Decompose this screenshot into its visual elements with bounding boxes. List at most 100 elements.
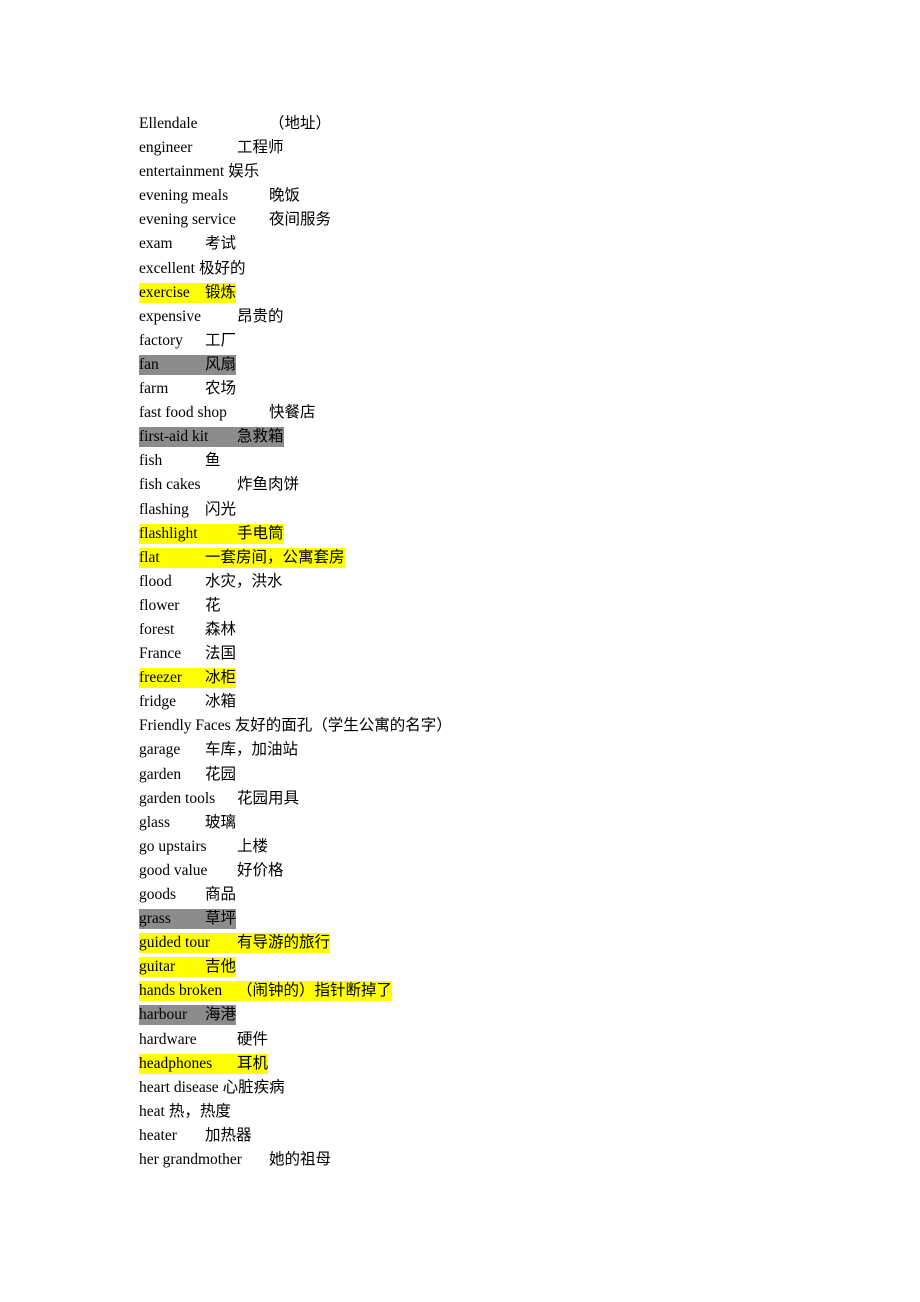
vocab-row: engineer 工程师 bbox=[139, 138, 839, 162]
vocab-definition: 考试 bbox=[205, 235, 237, 253]
vocab-row: first-aid kit 急救箱 bbox=[139, 427, 839, 451]
vocab-entry: flat 一套房间，公寓套房 bbox=[139, 547, 345, 568]
vocab-term: France bbox=[139, 645, 182, 663]
vocab-definition: 加热器 bbox=[205, 1126, 252, 1144]
vocab-entry: goods 商品 bbox=[139, 885, 236, 905]
vocab-term: entertainment bbox=[139, 163, 225, 181]
vocab-definition: 极好的 bbox=[198, 259, 246, 277]
vocab-definition: 耳机 bbox=[237, 1054, 269, 1072]
vocab-entry: heater 加热器 bbox=[139, 1126, 252, 1146]
vocab-row: flood 水灾，洪水 bbox=[139, 572, 839, 596]
vocab-term: evening meals bbox=[139, 187, 229, 205]
vocab-term: garage bbox=[139, 741, 181, 759]
vocab-definition: 急救箱 bbox=[237, 428, 284, 446]
vocab-definition: 有导游的旅行 bbox=[237, 934, 331, 952]
vocab-entry: evening service 夜间服务 bbox=[139, 210, 331, 230]
vocab-term: Ellendale bbox=[139, 115, 198, 132]
vocab-definition: 车库，加油站 bbox=[205, 741, 299, 759]
vocab-entry: Ellendale （地址） bbox=[139, 114, 331, 134]
vocab-row: go upstairs 上楼 bbox=[139, 837, 839, 861]
vocab-entry: go upstairs 上楼 bbox=[139, 837, 268, 857]
vocab-term: goods bbox=[139, 886, 177, 903]
vocab-term: excellent bbox=[139, 259, 195, 277]
vocab-term: garden bbox=[139, 765, 182, 783]
vocab-definition: 上楼 bbox=[237, 837, 269, 855]
vocab-entry: entertainment 娱乐 bbox=[139, 162, 259, 182]
vocab-row: exam 考试 bbox=[139, 234, 839, 258]
vocab-row: goods 商品 bbox=[139, 885, 839, 909]
vocab-entry: flower 花 bbox=[139, 596, 221, 616]
vocab-row: entertainment 娱乐 bbox=[139, 162, 839, 186]
vocab-term: harbour bbox=[139, 1006, 188, 1024]
vocab-entry: garden 花园 bbox=[139, 765, 236, 785]
vocab-term: engineer bbox=[139, 139, 193, 157]
vocab-term: fan bbox=[139, 355, 159, 373]
vocab-row: flashlight 手电筒 bbox=[139, 523, 839, 548]
vocab-row: fish 鱼 bbox=[139, 451, 839, 475]
vocab-entry: flashing 闪光 bbox=[139, 500, 236, 520]
vocab-definition: 一套房间，公寓套房 bbox=[205, 548, 345, 566]
vocab-term: flashlight bbox=[139, 524, 198, 542]
vocab-term: headphones bbox=[139, 1054, 213, 1072]
vocab-term: forest bbox=[139, 620, 175, 638]
vocab-entry: fast food shop 快餐店 bbox=[139, 403, 316, 423]
vocab-definition: 晚饭 bbox=[269, 187, 301, 205]
vocab-definition: 硬件 bbox=[237, 1030, 269, 1048]
vocab-row: farm 农场 bbox=[139, 379, 839, 403]
vocab-definition: 商品 bbox=[205, 886, 237, 903]
vocab-definition: 工厂 bbox=[205, 331, 237, 349]
vocab-row: harbour 海港 bbox=[139, 1005, 839, 1029]
vocab-row: fan 风扇 bbox=[139, 354, 839, 379]
vocab-row: fridge 冰箱 bbox=[139, 692, 839, 716]
vocab-row: good value 好价格 bbox=[139, 861, 839, 885]
vocab-term: fridge bbox=[139, 693, 177, 711]
vocab-row: heart disease 心脏疾病 bbox=[139, 1078, 839, 1102]
vocab-entry: freezer 冰柜 bbox=[139, 668, 237, 689]
vocab-entry: Friendly Faces 友好的面孔（学生公寓的名字） bbox=[139, 716, 452, 736]
vocab-entry: guided tour 有导游的旅行 bbox=[139, 933, 331, 954]
vocab-row: excellent 极好的 bbox=[139, 259, 839, 283]
vocab-row: evening meals 晚饭 bbox=[139, 186, 839, 210]
vocab-entry: exercise 锻炼 bbox=[139, 282, 237, 303]
vocab-definition: 好价格 bbox=[237, 861, 284, 879]
vocab-term: exercise bbox=[139, 283, 190, 301]
vocab-definition: 水灾，洪水 bbox=[205, 572, 283, 590]
vocab-entry: good value 好价格 bbox=[139, 861, 284, 881]
vocab-term: flower bbox=[139, 596, 180, 614]
vocab-entry: hands broken （闹钟的）指针断掉了 bbox=[139, 981, 393, 1002]
vocab-entry: France 法国 bbox=[139, 644, 236, 664]
vocab-definition: 娱乐 bbox=[228, 163, 260, 181]
vocab-definition: 风扇 bbox=[205, 355, 237, 373]
vocab-term: heater bbox=[139, 1126, 177, 1144]
vocab-term: flashing bbox=[139, 500, 189, 518]
vocab-definition: （地址） bbox=[269, 115, 332, 132]
vocab-row: hardware 硬件 bbox=[139, 1030, 839, 1054]
vocab-term: fish cakes bbox=[139, 476, 201, 494]
vocab-definition: 鱼 bbox=[205, 452, 221, 470]
vocab-definition: 闪光 bbox=[205, 500, 237, 518]
vocab-entry: evening meals 晚饭 bbox=[139, 186, 300, 206]
vocab-entry: fridge 冰箱 bbox=[139, 692, 236, 712]
vocab-definition: 冰箱 bbox=[205, 693, 237, 711]
vocab-row: exercise 锻炼 bbox=[139, 282, 839, 307]
vocab-term: flood bbox=[139, 572, 172, 590]
vocab-entry: guitar 吉他 bbox=[139, 957, 237, 978]
vocab-term: freezer bbox=[139, 669, 183, 687]
vocab-row: grass 草坪 bbox=[139, 909, 839, 933]
vocab-row: headphones 耳机 bbox=[139, 1053, 839, 1078]
vocab-row: garden 花园 bbox=[139, 765, 839, 789]
vocab-definition: 炸鱼肉饼 bbox=[237, 476, 300, 494]
vocab-term: heart disease bbox=[139, 1078, 219, 1096]
vocab-definition: 玻璃 bbox=[205, 813, 237, 831]
vocab-row: Friendly Faces 友好的面孔（学生公寓的名字） bbox=[139, 716, 839, 740]
vocab-row: hands broken （闹钟的）指针断掉了 bbox=[139, 981, 839, 1005]
vocab-entry: flood 水灾，洪水 bbox=[139, 572, 283, 592]
vocab-definition: 心脏疾病 bbox=[222, 1078, 285, 1096]
vocab-entry: forest 森林 bbox=[139, 620, 236, 640]
vocab-term: hardware bbox=[139, 1030, 197, 1048]
vocab-term: Friendly Faces bbox=[139, 717, 231, 735]
vocab-definition: （闹钟的）指针断掉了 bbox=[237, 982, 393, 1000]
vocab-row: expensive 昂贵的 bbox=[139, 307, 839, 331]
vocab-entry: factory 工厂 bbox=[139, 331, 236, 351]
vocab-definition: 花 bbox=[205, 596, 221, 614]
